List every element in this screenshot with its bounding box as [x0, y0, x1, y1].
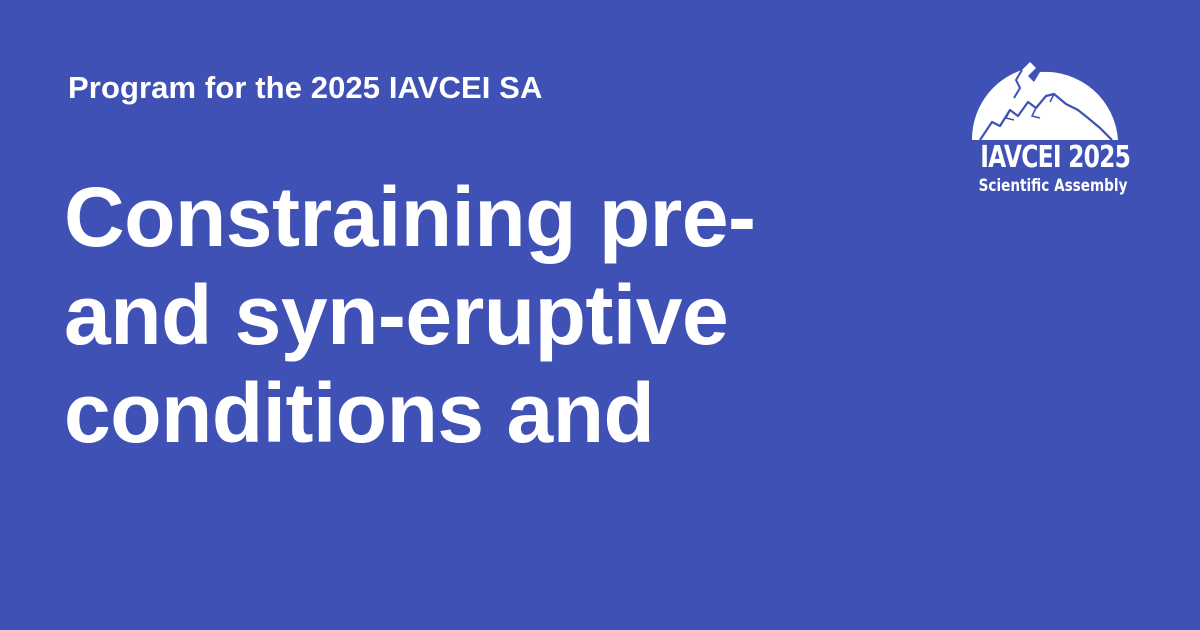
logo-name: IAVCEI 2025 — [980, 140, 1131, 175]
title-line-2: and syn-eruptive — [64, 268, 729, 362]
program-subtitle: Program for the 2025 IAVCEI SA — [68, 70, 543, 105]
social-card: Program for the 2025 IAVCEI SA Constrain… — [0, 0, 1200, 630]
title-line-3: conditions and — [64, 366, 655, 460]
iavcei-logo: IAVCEI 2025 Scientific Assembly — [962, 58, 1131, 208]
page-title: Constraining pre- and syn-eruptive condi… — [64, 168, 824, 462]
volcano-mountain-icon — [971, 62, 1118, 140]
title-line-1: Constraining pre- — [64, 170, 756, 264]
logo-tagline: Scientific Assembly — [978, 176, 1128, 196]
